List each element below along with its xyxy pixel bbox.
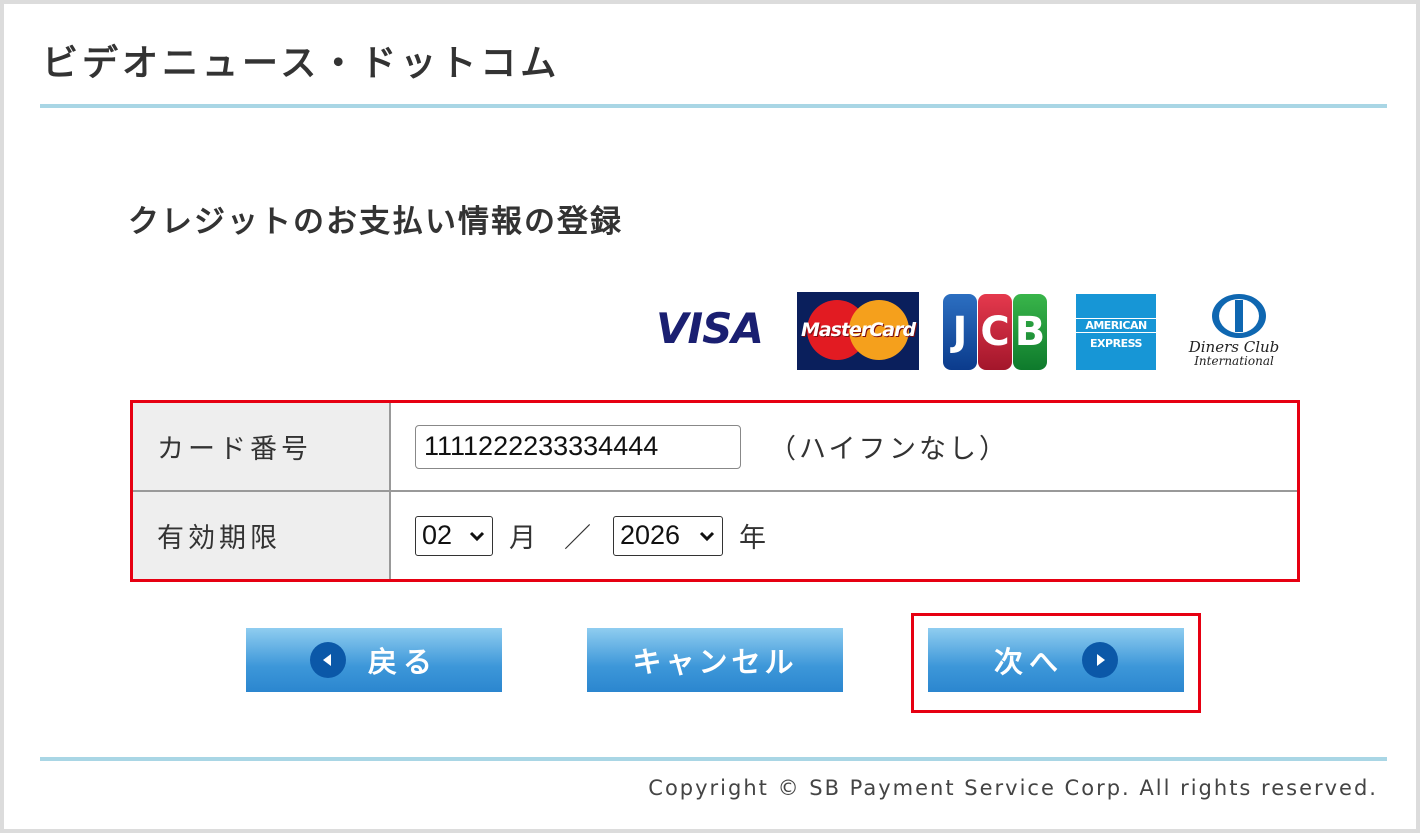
next-button[interactable]: 次へ: [928, 628, 1184, 692]
chevron-down-icon: [699, 531, 715, 541]
expiry-month-select[interactable]: 02: [415, 515, 493, 556]
visa-text: VISA: [656, 304, 764, 353]
card-number-label: カード番号: [133, 403, 391, 490]
jcb-j: J: [943, 294, 977, 370]
expiry-cell: 02 月 ／ 2026 年: [393, 492, 1297, 579]
expiry-month-value: 02: [422, 520, 453, 550]
jcb-c: C: [978, 294, 1012, 370]
card-number-cell: （ハイフンなし）: [393, 403, 1297, 490]
footer-divider: [40, 757, 1387, 761]
month-unit: 月: [509, 523, 536, 554]
page-title: クレジットのお支払い情報の登録: [128, 204, 623, 240]
chevron-down-icon: [469, 531, 485, 541]
payment-form-table: カード番号 （ハイフンなし） 有効期限 02 月 ／ 2026 年: [130, 400, 1300, 582]
diners-text-2: International: [1194, 354, 1274, 368]
amex-text-1: AMERICAN: [1076, 318, 1156, 333]
jcb-b: B: [1013, 294, 1047, 370]
arrow-right-icon: [1082, 642, 1118, 678]
site-title: ビデオニュース・ドットコム: [42, 43, 561, 84]
card-number-hint: （ハイフンなし）: [769, 434, 1009, 465]
copyright-text: Copyright © SB Payment Service Corp. All…: [648, 776, 1378, 800]
mastercard-logo: MasterCard: [797, 292, 919, 370]
amex-logo: AMERICAN EXPRESS: [1076, 294, 1156, 370]
next-button-label: 次へ: [993, 647, 1064, 679]
jcb-logo: J C B: [943, 294, 1047, 370]
back-button-label: 戻る: [367, 647, 438, 679]
card-number-row: カード番号 （ハイフンなし）: [133, 403, 1297, 492]
diners-bar: [1235, 300, 1243, 332]
date-separator: ／: [564, 523, 591, 554]
cancel-button[interactable]: キャンセル: [587, 628, 843, 692]
year-unit: 年: [739, 523, 766, 554]
cancel-button-label: キャンセル: [632, 647, 798, 679]
mastercard-text: MasterCard: [800, 319, 916, 341]
diners-logo: Diners Club International: [1186, 294, 1282, 370]
header-divider: [40, 104, 1387, 108]
arrow-left-icon: [309, 642, 346, 678]
back-button[interactable]: 戻る: [246, 628, 502, 692]
expiry-label: 有効期限: [133, 492, 391, 579]
page-frame: ビデオニュース・ドットコム クレジットのお支払い情報の登録 VISA Maste…: [4, 4, 1416, 829]
card-number-input[interactable]: [415, 424, 741, 469]
expiry-row: 有効期限 02 月 ／ 2026 年: [133, 492, 1297, 579]
amex-text-2: EXPRESS: [1090, 337, 1142, 350]
expiry-year-select[interactable]: 2026: [613, 515, 723, 556]
expiry-year-value: 2026: [620, 520, 681, 550]
visa-logo: VISA: [656, 308, 774, 350]
